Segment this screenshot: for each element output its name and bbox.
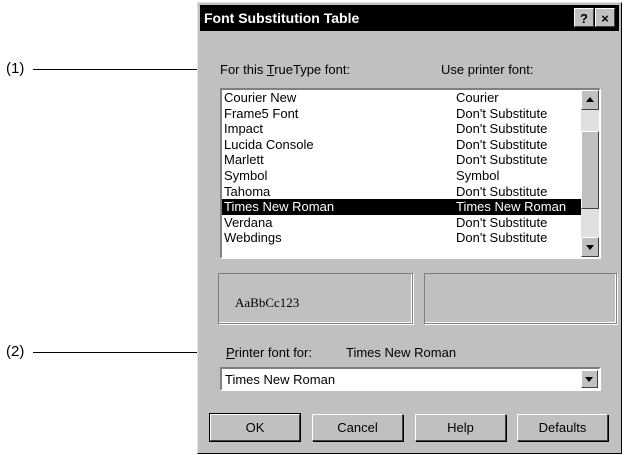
combobox-dropdown-button[interactable] [581,370,598,388]
printer-font-name: Don't Substitute [456,121,548,137]
printer-font-name: Don't Substitute [456,152,548,168]
list-item[interactable]: Symbol Symbol [222,168,599,184]
printer-font-name: Courier [456,90,499,105]
font-substitution-dialog: Font Substitution Table ? × For this Tru… [197,2,622,454]
scroll-up-button[interactable] [581,90,599,110]
dialog-title: Font Substitution Table [204,10,360,26]
truetype-font-name: Symbol [224,167,268,183]
list-item[interactable]: Tahoma Don't Substitute [222,184,599,200]
callout-1: (1) [6,60,25,77]
chevron-down-icon [585,377,593,382]
list-item[interactable]: Impact Don't Substitute [222,121,599,137]
font-substitution-list[interactable]: Courier New Courier Frame5 Font Don't Subst… [220,88,601,259]
help-button[interactable]: Help [415,414,506,441]
printer-font-name: Don't Substitute [456,230,548,246]
printer-sample-preview [424,273,617,324]
truetype-font-name: Courier New [224,90,297,105]
printer-font-name: Symbol [456,167,500,183]
truetype-font-name: Tahoma [224,183,271,199]
close-icon[interactable]: × [595,8,615,27]
truetype-font-label: For this TrueType font: [220,62,351,77]
truetype-font-name: Times New Roman [224,199,335,215]
font-rows: Courier New Courier Frame5 Font Don't Subst… [222,90,599,246]
callout-1-line [33,69,213,70]
list-item[interactable]: Frame5 Font Don't Substitute [222,106,599,122]
scroll-down-button[interactable] [581,237,599,257]
list-scrollbar[interactable] [581,90,599,257]
sample-text: AaBbCc123 [235,295,300,310]
defaults-button[interactable]: Defaults [517,414,608,441]
cancel-button[interactable]: Cancel [312,414,403,441]
printer-font-name: Times New Roman [456,199,567,215]
printer-font-name: Don't Substitute [456,214,548,230]
ok-button[interactable]: OK [209,413,301,442]
list-item[interactable]: Times New Roman Times New Roman [222,199,599,215]
list-item[interactable]: Verdana Don't Substitute [222,215,599,231]
arrow-up-icon [586,97,594,102]
truetype-font-name: Lucida Console [224,136,314,152]
truetype-font-name: Webdings [224,230,282,246]
list-item[interactable]: Courier New Courier [222,90,599,106]
printer-font-name: Don't Substitute [456,136,548,152]
truetype-font-name: Impact [224,121,264,137]
truetype-font-name: Frame5 Font [224,105,299,121]
help-icon[interactable]: ? [574,8,594,27]
truetype-sample-preview: AaBbCc123 [218,273,413,324]
list-item[interactable]: Lucida Console Don't Substitute [222,137,599,153]
truetype-font-name: Marlett [224,152,264,168]
truetype-font-name: Verdana [224,214,273,230]
callout-2-line [33,352,214,353]
printer-font-name: Don't Substitute [456,105,548,121]
scroll-thumb[interactable] [581,131,599,209]
list-item[interactable]: Webdings Don't Substitute [222,230,599,246]
combobox-value: Times New Roman [225,372,336,387]
printer-font-combobox[interactable]: Times New Roman [220,367,601,391]
title-bar[interactable]: Font Substitution Table ? × [200,5,619,31]
arrow-down-icon [586,245,594,250]
printer-font-label: Use printer font: [441,62,534,77]
list-item[interactable]: Marlett Don't Substitute [222,152,599,168]
callout-2: (2) [6,343,25,360]
printer-font-for-label: Printer font for: [226,345,312,360]
printer-font-for-value: Times New Roman [346,345,457,360]
printer-font-name: Don't Substitute [456,183,548,199]
